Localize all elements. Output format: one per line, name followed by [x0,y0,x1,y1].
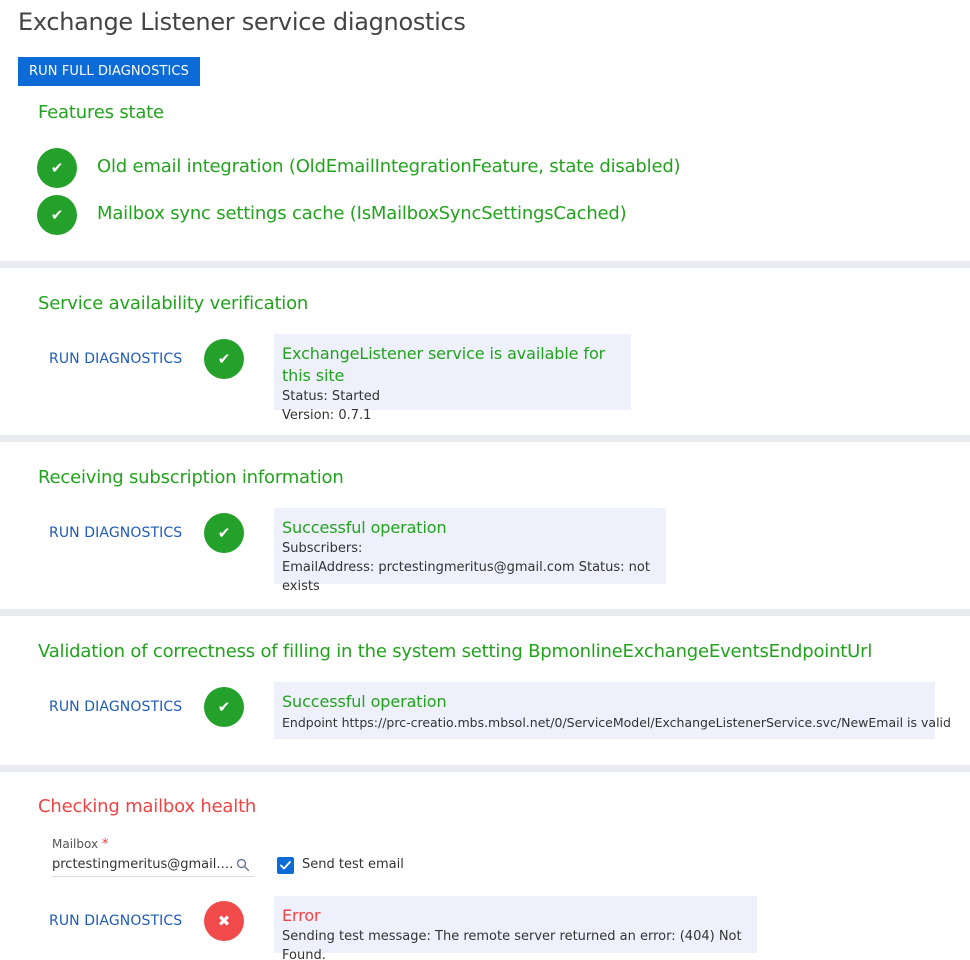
run-diagnostics-subscription-info[interactable]: RUN DIAGNOSTICS [49,525,182,541]
result-title: Error [282,906,321,925]
section-divider [0,261,970,268]
section-divider [0,435,970,442]
result-box-endpoint-validation: Successful operation Endpoint https://pr… [274,682,951,739]
result-line: EmailAddress: prctestingmeritus@gmail.co… [282,560,650,594]
check-icon: ✔ [37,148,77,188]
run-diagnostics-mailbox-health[interactable]: RUN DIAGNOSTICS [49,913,182,929]
search-icon[interactable] [236,858,250,872]
section-divider [0,765,970,772]
page-title: Exchange Listener service diagnostics [18,8,466,36]
result-line: Subscribers: [282,541,363,556]
send-test-email-checkbox[interactable] [277,857,294,874]
mailbox-health-title: Checking mailbox health [38,796,257,817]
result-title: ExchangeListener service is available fo… [282,344,606,385]
result-line: Endpoint https://prc-creatio.mbs.mbsol.n… [282,715,951,730]
result-box-subscription-info: Successful operation Subscribers: EmailA… [274,508,666,594]
result-title: Successful operation [282,518,447,537]
result-line: Status: Started [282,389,380,404]
check-icon: ✔ [37,195,77,235]
feature-mailbox-sync-cache: Mailbox sync settings cache (IsMailboxSy… [97,203,627,224]
required-mark: * [101,837,109,852]
error-icon: ✖ [204,901,244,941]
service-availability-title: Service availability verification [38,293,309,314]
result-box-service-availability: ExchangeListener service is available fo… [274,334,631,423]
mailbox-value: prctestingmeritus@gmail.com [52,857,234,872]
endpoint-validation-title: Validation of correctness of filling in … [38,641,873,662]
result-line: Sending test message: The remote server … [282,929,742,960]
check-icon: ✔ [204,513,244,553]
send-test-email-label[interactable]: Send test email [302,857,404,872]
check-icon: ✔ [204,339,244,379]
feature-old-email-integration: Old email integration (OldEmailIntegrati… [97,156,681,177]
run-diagnostics-endpoint-validation[interactable]: RUN DIAGNOSTICS [49,699,182,715]
checkmark-icon [280,861,291,870]
run-diagnostics-service-availability[interactable]: RUN DIAGNOSTICS [49,351,182,367]
features-state-title: Features state [38,102,164,123]
section-divider [0,609,970,616]
result-title: Successful operation [282,692,447,711]
result-line: Version: 0.7.1 [282,408,372,423]
check-icon: ✔ [204,687,244,727]
run-full-diagnostics-button[interactable]: RUN FULL DIAGNOSTICS [18,57,200,86]
subscription-info-title: Receiving subscription information [38,467,344,488]
mailbox-label: Mailbox * [52,837,109,852]
result-box-mailbox-health: Error Sending test message: The remote s… [274,896,757,960]
